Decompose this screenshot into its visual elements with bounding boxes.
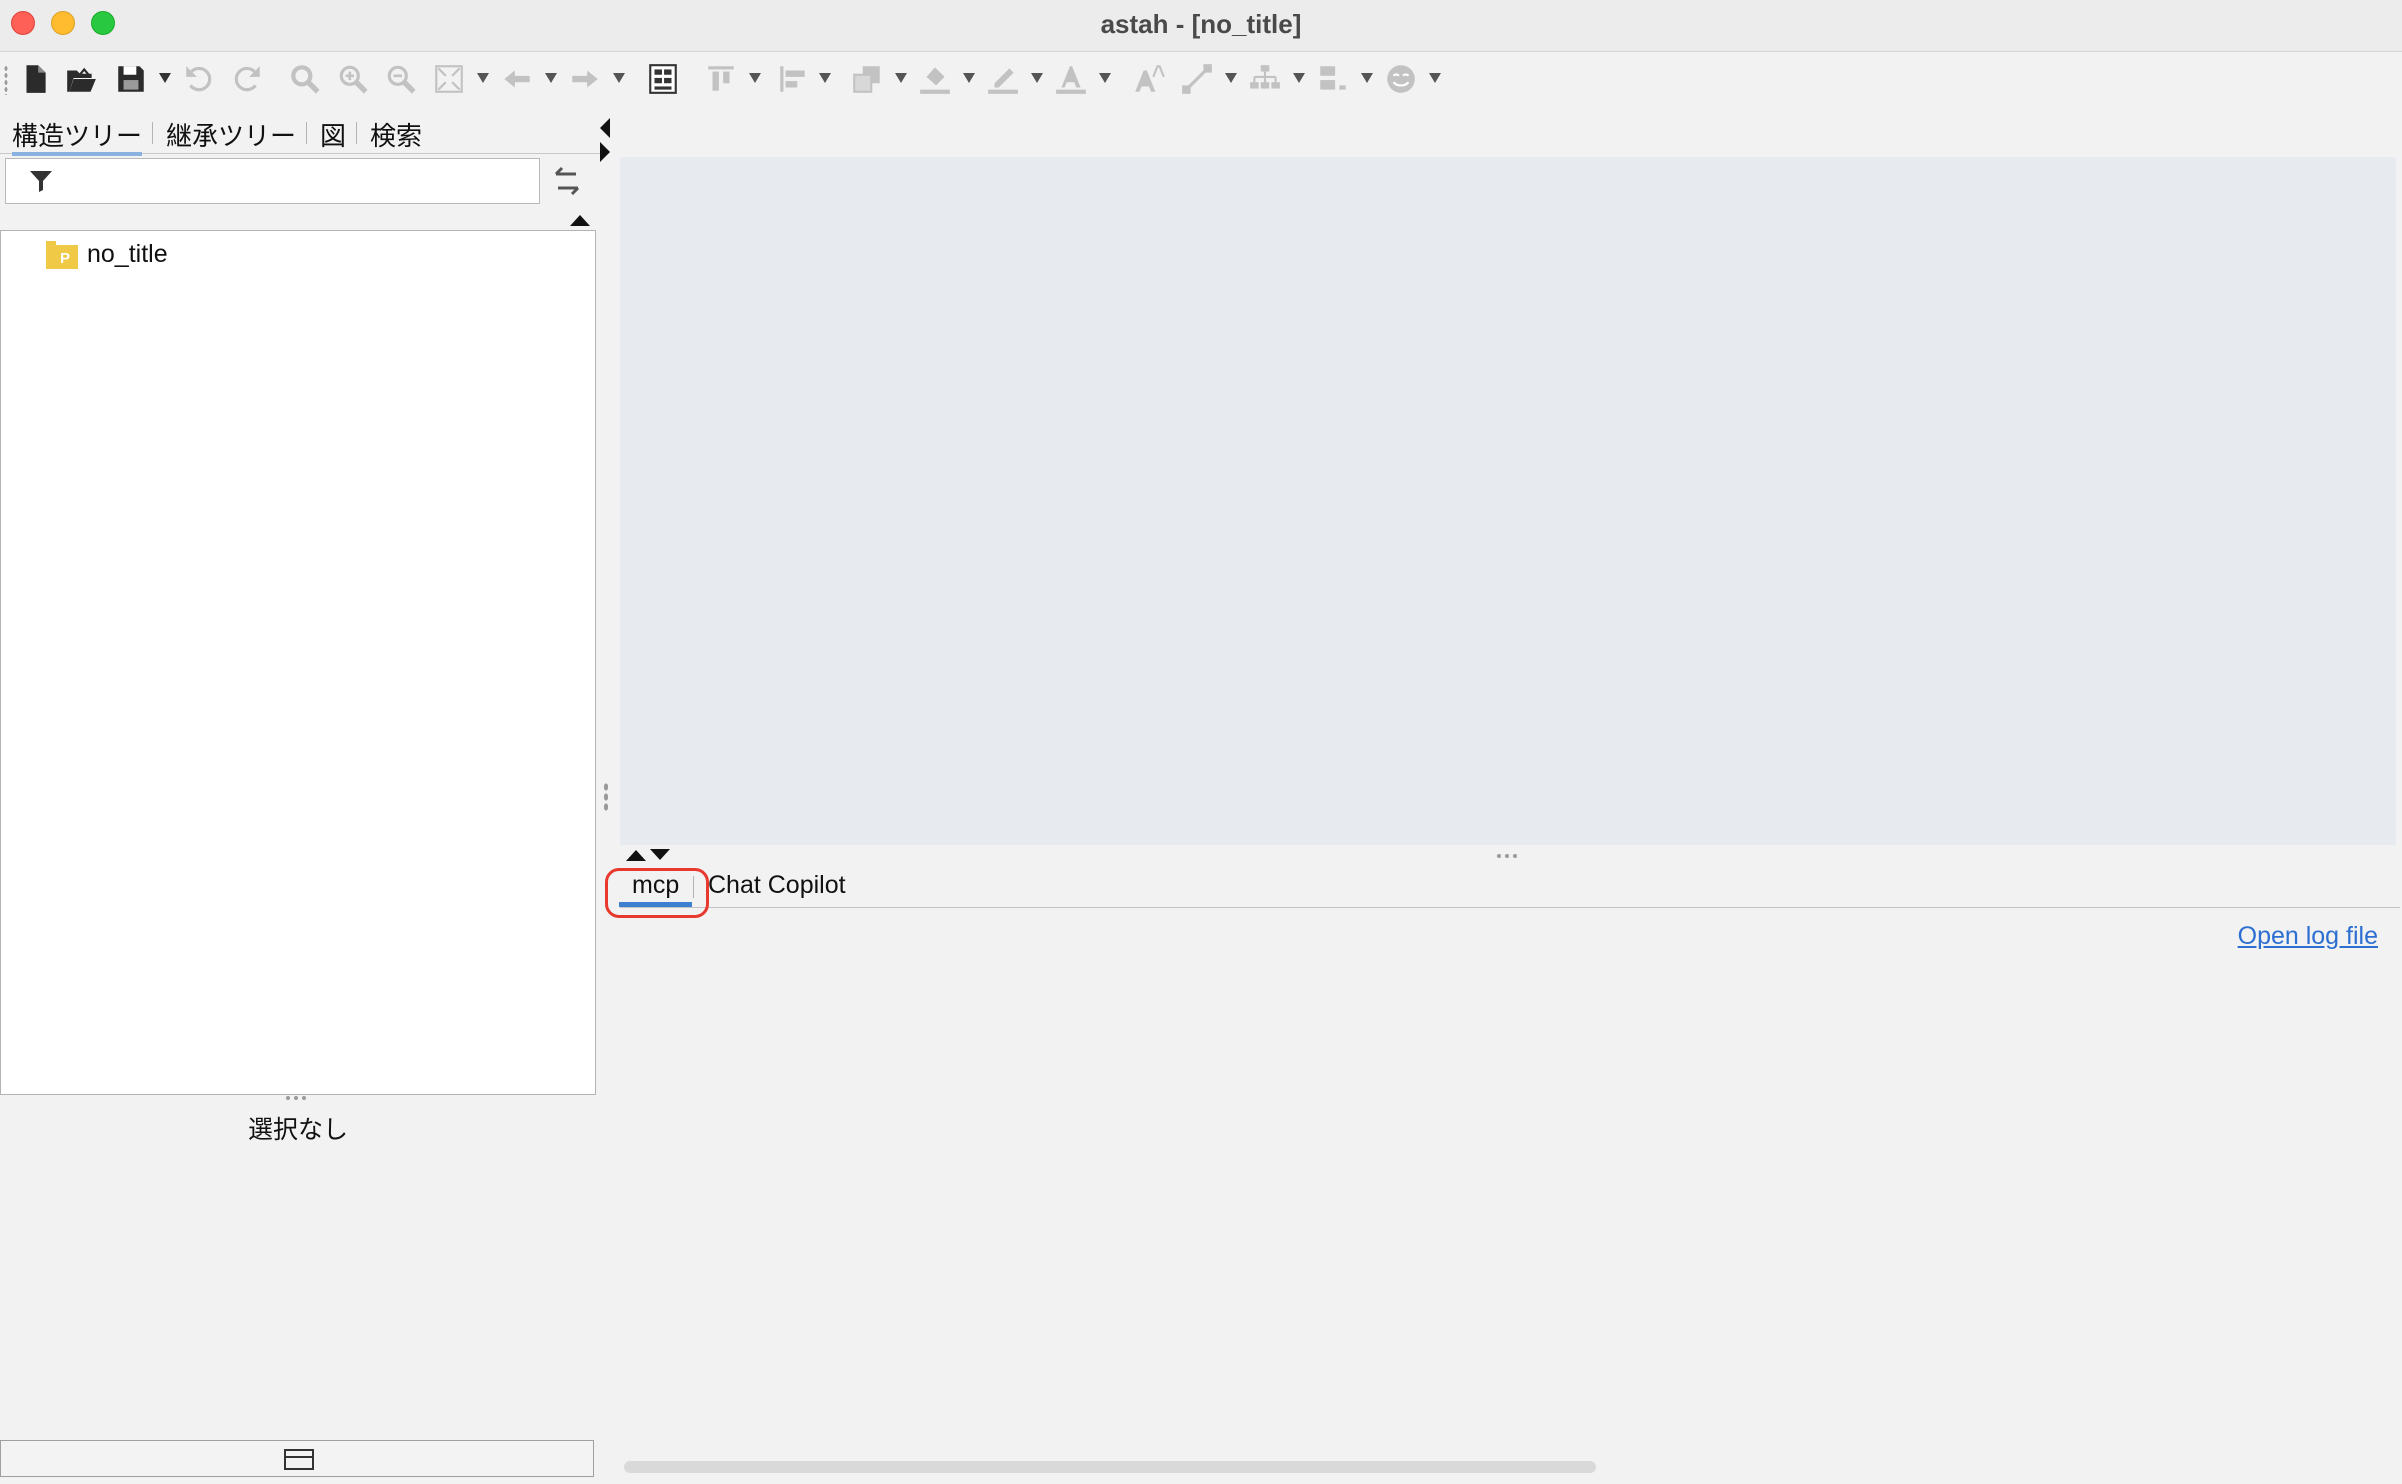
zoom-icon[interactable] — [286, 60, 324, 98]
open-log-file-link[interactable]: Open log file — [2238, 922, 2378, 951]
selection-status: 選択なし — [247, 1116, 348, 1144]
tab-separator — [152, 122, 153, 144]
horizontal-splitter-handle[interactable] — [1497, 854, 1517, 862]
line-style-dropdown-icon[interactable] — [1224, 71, 1238, 85]
arrow-right-icon[interactable] — [566, 60, 604, 98]
scroll-up-arrow-icon[interactable] — [568, 213, 592, 227]
fill-color-dropdown-icon[interactable] — [962, 71, 976, 85]
align-top-dropdown-icon[interactable] — [748, 71, 762, 85]
sync-icon[interactable] — [552, 163, 582, 199]
forward-dropdown-icon[interactable] — [612, 71, 626, 85]
tree-item[interactable]: P no_title — [46, 237, 168, 271]
tree-layout-icon[interactable] — [1246, 60, 1284, 98]
tab-search[interactable]: 検索 — [370, 116, 422, 151]
vertical-splitter-handle[interactable] — [603, 782, 609, 812]
left-bottom-bar — [0, 1440, 594, 1477]
emoji-dropdown-icon[interactable] — [1428, 71, 1442, 85]
fit-dropdown-icon[interactable] — [476, 71, 490, 85]
toolbar — [0, 53, 2402, 106]
left-panel-tabs: 構造ツリー 継承ツリー 図 検索 — [0, 110, 600, 156]
align-left-icon[interactable] — [774, 60, 812, 98]
align-left-dropdown-icon[interactable] — [818, 71, 832, 85]
layer-dropdown-icon[interactable] — [894, 71, 908, 85]
package-icon: P — [46, 241, 78, 269]
tab-chat-copilot[interactable]: Chat Copilot — [708, 871, 846, 900]
line-style-icon[interactable] — [1178, 60, 1216, 98]
tab-inheritance-tree[interactable]: 継承ツリー — [166, 116, 296, 151]
collapse-panel-arrows-icon[interactable] — [596, 116, 614, 164]
app-window: astah - [no_title] 構造ツリー 継承ツリー 図 検索 P no… — [0, 0, 2402, 1484]
filter-field[interactable] — [5, 158, 540, 204]
layer-icon[interactable] — [848, 60, 886, 98]
font-color-icon[interactable] — [1052, 60, 1090, 98]
zoom-out-icon[interactable] — [382, 60, 420, 98]
tab-separator — [306, 122, 307, 144]
size-icon[interactable] — [1314, 60, 1352, 98]
title-bar: astah - [no_title] — [0, 0, 2402, 52]
undo-icon[interactable] — [180, 60, 218, 98]
tree-item-label: no_title — [87, 239, 168, 268]
back-dropdown-icon[interactable] — [544, 71, 558, 85]
structure-tree: P no_title — [0, 230, 596, 1095]
save-dropdown-icon[interactable] — [158, 71, 172, 85]
diagram-canvas[interactable] — [620, 157, 2396, 845]
tab-structure-tree[interactable]: 構造ツリー — [12, 116, 143, 156]
new-file-icon[interactable] — [16, 60, 54, 98]
bottom-panel-tabs: mcp Chat Copilot — [618, 862, 2400, 908]
save-icon[interactable] — [112, 60, 150, 98]
package-badge: P — [60, 250, 70, 267]
tab-separator — [356, 122, 357, 144]
align-top-icon[interactable] — [702, 60, 740, 98]
size-dropdown-icon[interactable] — [1360, 71, 1374, 85]
zoom-in-icon[interactable] — [334, 60, 372, 98]
emoji-icon[interactable] — [1382, 60, 1420, 98]
horizontal-scrollbar[interactable] — [624, 1461, 1596, 1473]
redo-icon[interactable] — [228, 60, 266, 98]
splitter-arrows-icon[interactable] — [624, 848, 672, 862]
open-folder-icon[interactable] — [62, 60, 100, 98]
toolbar-grip[interactable] — [4, 65, 8, 95]
panel-toggle-icon[interactable] — [284, 1449, 314, 1470]
fill-color-icon[interactable] — [916, 60, 954, 98]
fit-window-icon[interactable] — [430, 60, 468, 98]
font-style-icon[interactable] — [1130, 60, 1168, 98]
highlight-annotation — [605, 868, 709, 918]
window-title: astah - [no_title] — [1100, 9, 1302, 39]
font-color-dropdown-icon[interactable] — [1098, 71, 1112, 85]
arrow-left-icon[interactable] — [498, 60, 536, 98]
line-color-dropdown-icon[interactable] — [1030, 71, 1044, 85]
splitter-handle[interactable] — [286, 1096, 306, 1104]
line-color-icon[interactable] — [984, 60, 1022, 98]
tree-layout-dropdown-icon[interactable] — [1292, 71, 1306, 85]
filter-icon — [30, 171, 52, 192]
tab-diagram[interactable]: 図 — [320, 116, 346, 151]
diagram-info-icon[interactable] — [644, 60, 682, 98]
